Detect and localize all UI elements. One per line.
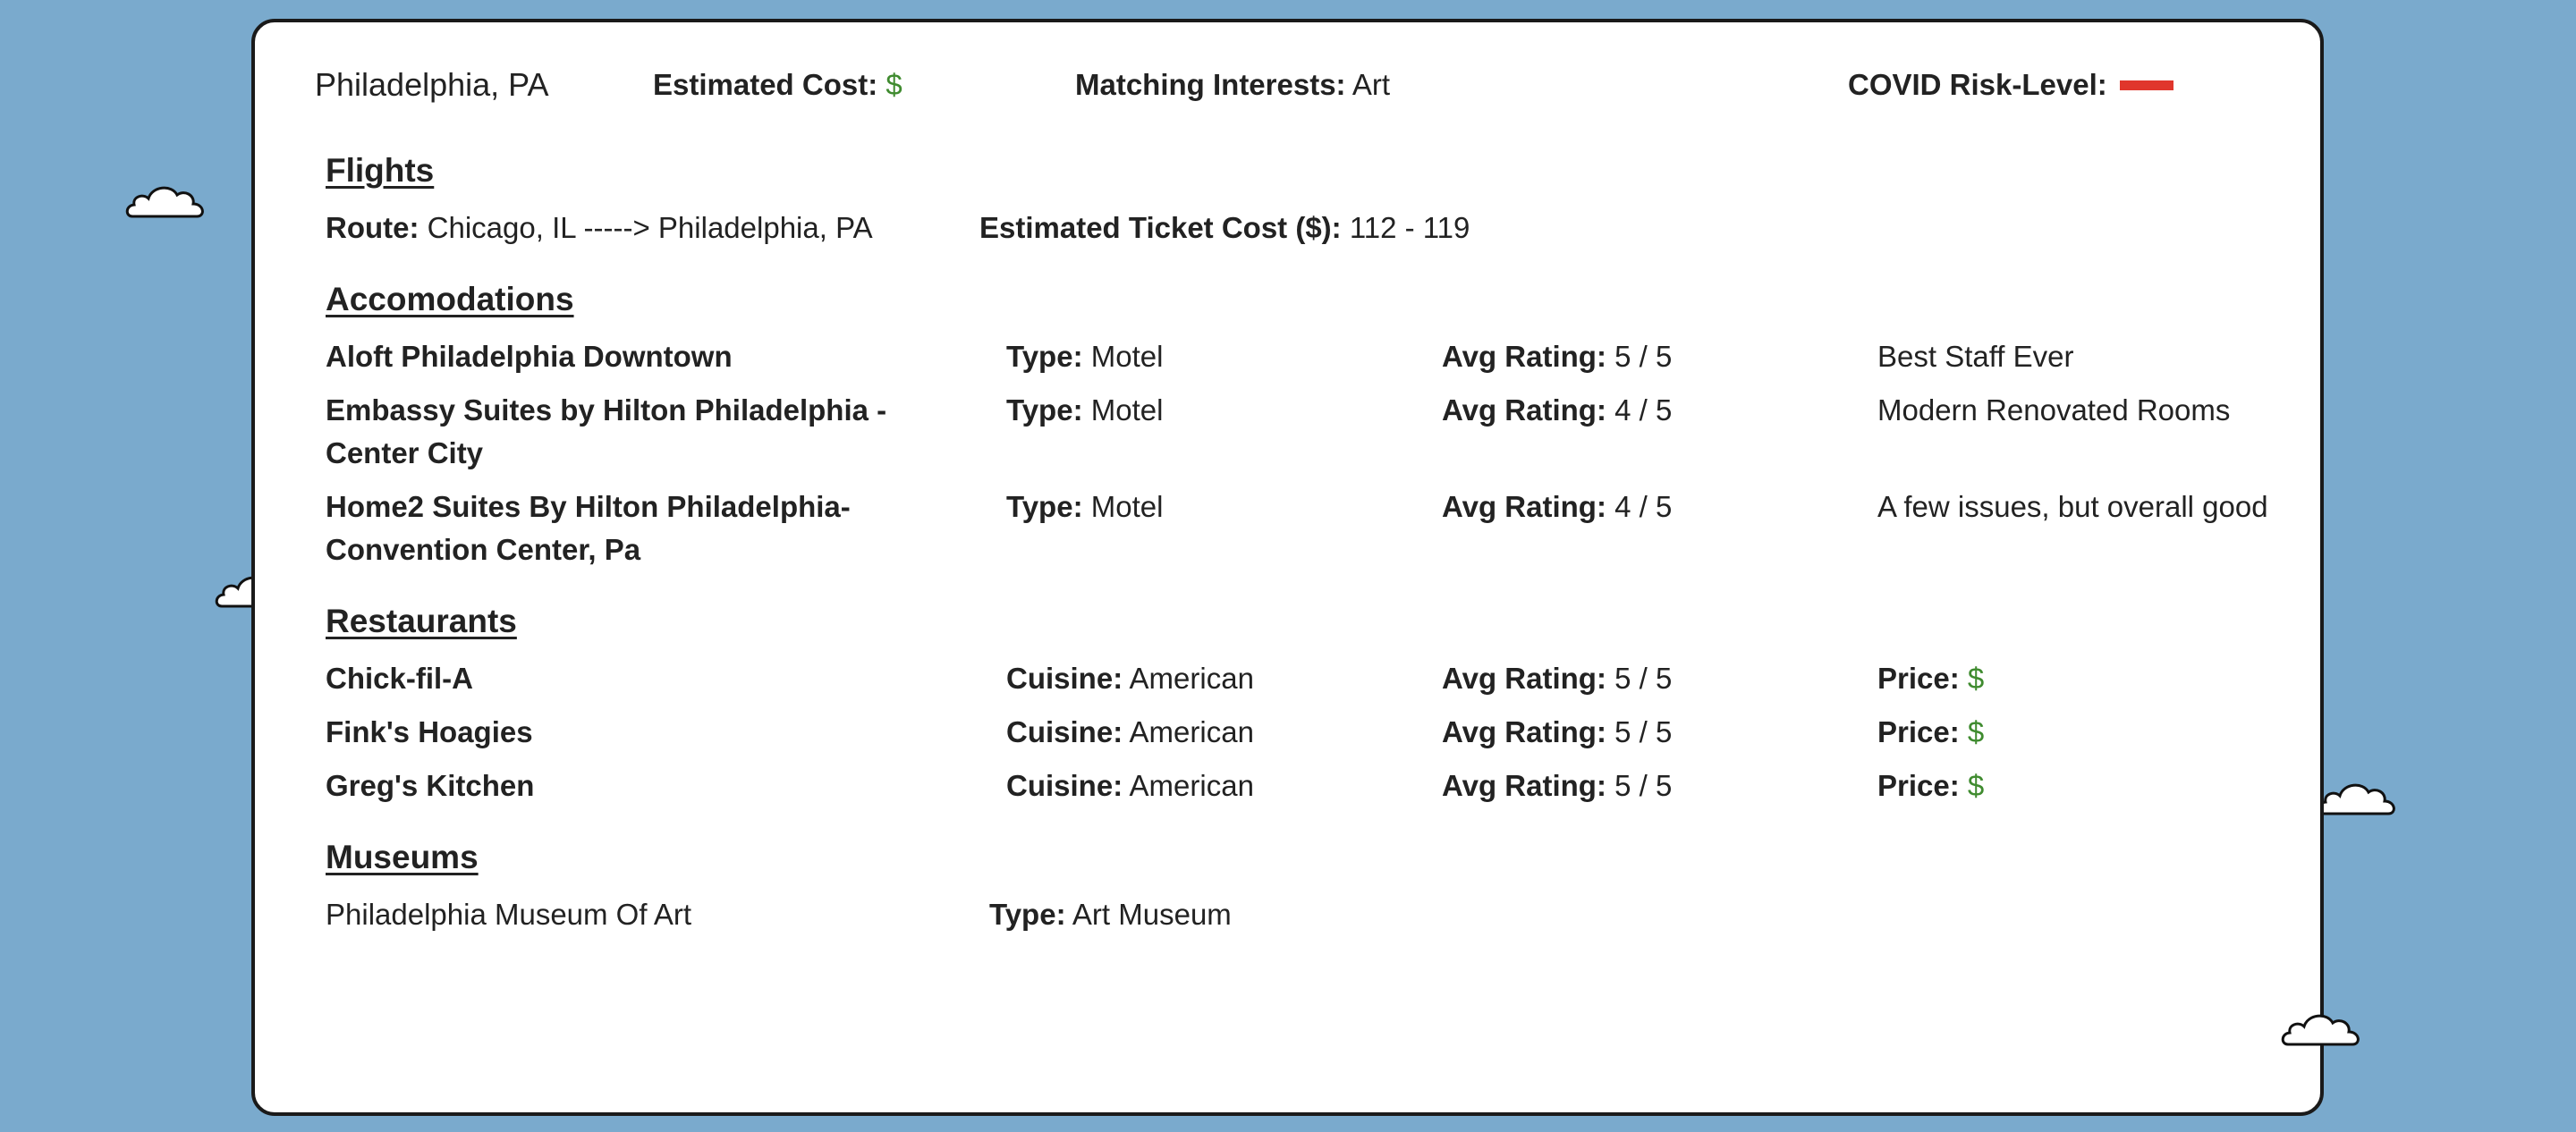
restaurant-rating: Avg Rating: 5 / 5 — [1442, 662, 1673, 695]
accommodation-review: Modern Renovated Rooms — [1877, 393, 2231, 427]
accommodation-review: Best Staff Ever — [1877, 340, 2074, 373]
restaurant-name: Greg's Kitchen — [326, 769, 535, 802]
accommodation-type: Type: Motel — [1006, 340, 1164, 373]
accommodation-type: Type: Motel — [1006, 490, 1164, 523]
accommodation-name: Home2 Suites By Hilton Philadelphia-Conv… — [326, 490, 851, 566]
restaurant-rating: Avg Rating: 5 / 5 — [1442, 769, 1673, 802]
restaurant-cuisine: Cuisine: American — [1006, 769, 1254, 802]
accommodation-name: Aloft Philadelphia Downtown — [326, 340, 733, 373]
accommodation-rating: Avg Rating: 4 / 5 — [1442, 490, 1673, 523]
restaurant-cuisine: Cuisine: American — [1006, 715, 1254, 748]
flights-heading: Flights — [326, 152, 435, 189]
museum-type: Type: Art Museum — [989, 898, 1232, 931]
restaurant-price: Price: $ — [1877, 769, 1985, 802]
accommodation-rating: Avg Rating: 5 / 5 — [1442, 340, 1673, 373]
cloud-icon — [2317, 783, 2395, 815]
restaurant-name: Fink's Hoagies — [326, 715, 533, 748]
cloud-icon — [2281, 1014, 2360, 1046]
estimated-cost: Estimated Cost: $ — [653, 68, 902, 101]
accommodation-type: Type: Motel — [1006, 393, 1164, 427]
estimated-cost-value: $ — [886, 68, 902, 101]
accommodation-review: A few issues, but overall good — [1877, 490, 2268, 523]
matching-interests-value: Art — [1352, 68, 1391, 101]
restaurant-price: Price: $ — [1877, 662, 1985, 695]
covid-risk-level: COVID Risk-Level: — [1848, 63, 2174, 106]
cloud-icon — [125, 186, 204, 218]
matching-interests: Matching Interests: Art — [1075, 68, 1391, 101]
restaurant-price: Price: $ — [1877, 715, 1985, 748]
museums-heading: Museums — [326, 839, 479, 875]
accommodation-name: Embassy Suites by Hilton Philadelphia - … — [326, 393, 887, 469]
trip-card: Philadelphia, PA Estimated Cost: $ Match… — [251, 19, 2324, 1116]
flight-route: Route: Chicago, IL -----> Philadelphia, … — [326, 211, 873, 244]
restaurant-rating: Avg Rating: 5 / 5 — [1442, 715, 1673, 748]
restaurant-cuisine: Cuisine: American — [1006, 662, 1254, 695]
accommodations-heading: Accomodations — [326, 281, 574, 317]
destination-city: Philadelphia, PA — [315, 66, 549, 103]
restaurant-name: Chick-fil-A — [326, 662, 473, 695]
flight-ticket-cost: Estimated Ticket Cost ($): 112 - 119 — [979, 211, 1470, 244]
restaurants-heading: Restaurants — [326, 603, 517, 639]
museum-name: Philadelphia Museum Of Art — [326, 898, 692, 931]
accommodation-rating: Avg Rating: 4 / 5 — [1442, 393, 1673, 427]
covid-risk-indicator — [2119, 80, 2174, 90]
